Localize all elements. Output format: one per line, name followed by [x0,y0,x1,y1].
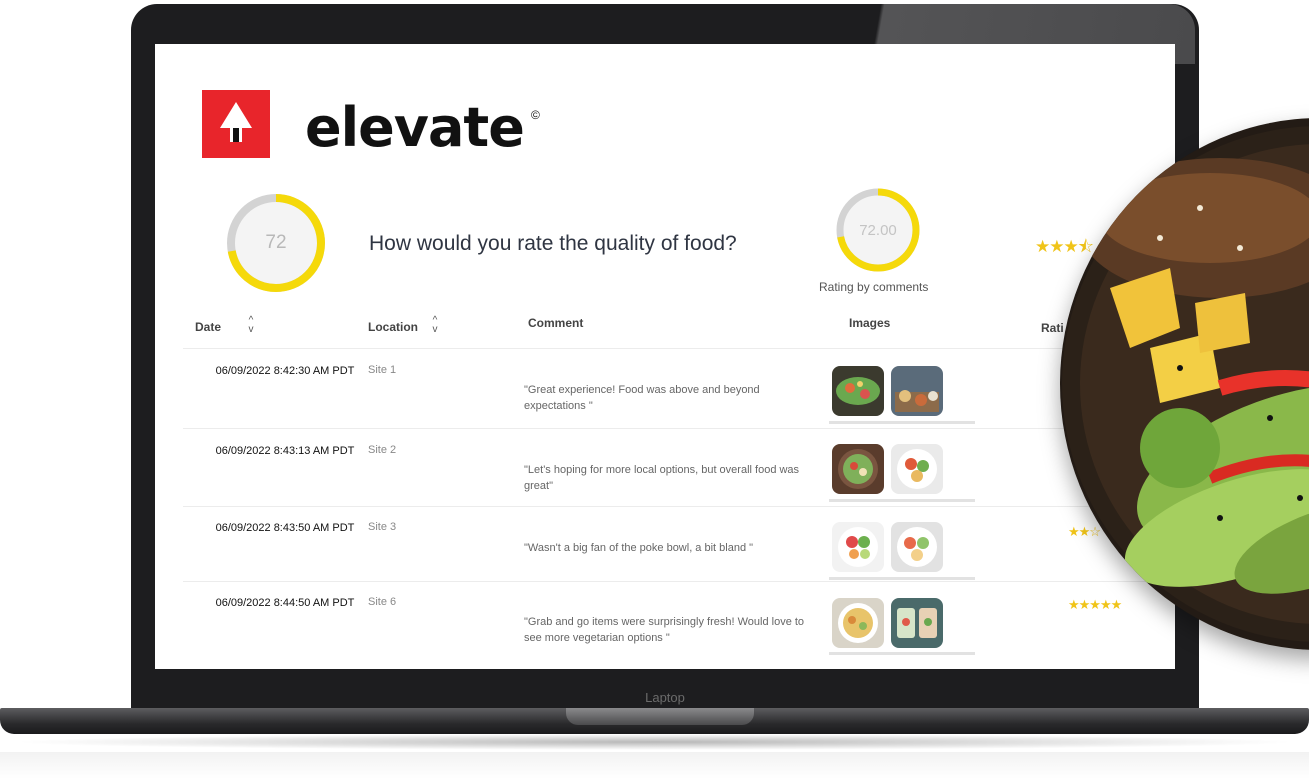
food-thumbnail[interactable] [832,522,884,572]
rating-caption: Rating by comments [819,280,929,294]
location-header: Location [368,320,418,334]
score-gauge: 72 [225,192,327,294]
row-date: 06/09/2022 8:43:50 AM PDT [215,522,355,534]
overall-stars: ★★★⯪ [1035,237,1094,256]
row-divider [183,348,1163,349]
laptop-screen: elevate © 72 How would you rate the qual… [155,44,1175,669]
row-comment: "Wasn't a big fan of the poke bowl, a bi… [524,542,754,554]
images-scrollbar[interactable] [829,421,975,424]
images-scrollbar[interactable] [829,499,975,502]
images-scrollbar[interactable] [829,577,975,580]
images-header: Images [849,316,891,330]
copyright-mark: © [531,108,540,122]
sort-date-icon[interactable]: ^ v [245,316,257,338]
floor-reflection [0,752,1309,779]
row-comment: "Let's hoping for more local options, bu… [524,464,800,492]
brand-name: elevate [305,96,525,159]
food-thumbnail[interactable] [832,598,884,648]
row-location: Site 1 [368,364,397,376]
food-thumbnail[interactable] [832,366,884,416]
row-comment: "Grab and go items were surprisingly fre… [524,616,805,644]
row-date: 06/09/2022 8:44:50 AM PDT [215,597,355,609]
food-thumbnail[interactable] [891,598,943,648]
row-location: Site 6 [368,596,397,608]
score-value: 72 [265,232,287,253]
food-thumbnail[interactable] [891,522,943,572]
rating-header: Rati [1041,321,1064,335]
row-date: 06/09/2022 8:43:13 AM PDT [215,445,355,457]
row-stars: ★★☆ [1068,524,1101,539]
rating-value: 72.00 [859,221,897,239]
elevate-logo-icon [202,90,270,158]
laptop-label: Laptop [645,690,685,705]
row-divider [183,428,1163,429]
row-location: Site 2 [368,444,397,456]
laptop-notch [566,708,754,725]
laptop-mockup: elevate © 72 How would you rate the qual… [0,0,1309,779]
date-header: Date [195,320,222,334]
sort-location-icon[interactable]: ^ v [429,316,441,338]
rating-gauge: 72.00 [835,187,921,273]
row-stars: ★★★★★ [1068,597,1122,612]
laptop-shadow [10,734,1300,750]
food-thumbnail[interactable] [891,444,943,494]
food-thumbnail[interactable] [891,366,943,416]
comment-header: Comment [528,316,584,330]
survey-question: How would you rate the quality of food? [369,232,737,255]
food-thumbnail[interactable] [832,444,884,494]
row-divider [183,581,1163,582]
images-scrollbar[interactable] [829,652,975,655]
row-divider [183,506,1163,507]
row-location: Site 3 [368,521,397,533]
row-date: 06/09/2022 8:42:30 AM PDT [215,365,355,377]
row-comment: "Great experience! Food was above and be… [524,384,760,412]
